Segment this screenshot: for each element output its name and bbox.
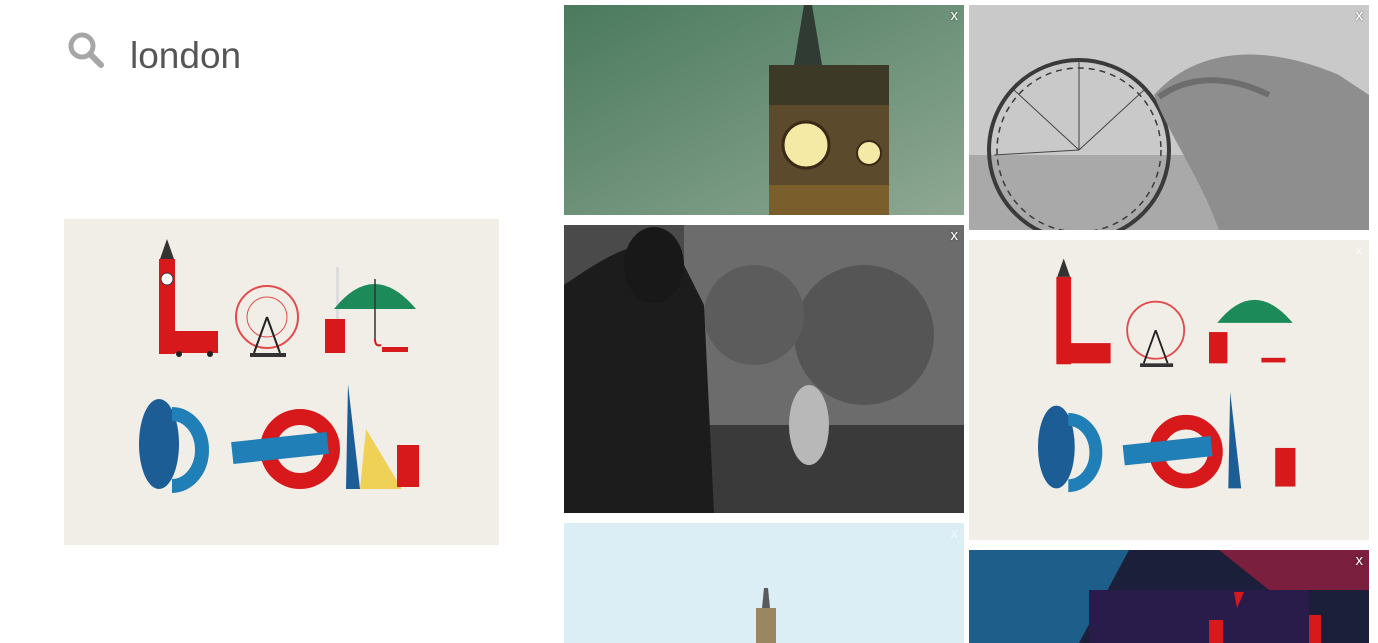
selected-gif-preview[interactable]	[64, 219, 499, 545]
big-ben-sky-gif	[564, 523, 964, 643]
close-button[interactable]: x	[1356, 7, 1364, 24]
gif-result-big-ben-sky[interactable]: x	[564, 523, 964, 643]
close-button[interactable]: x	[1356, 552, 1364, 569]
film-scene-gif	[564, 225, 964, 513]
search-bar	[66, 30, 106, 75]
gif-result-london-typography[interactable]: x	[969, 240, 1369, 540]
gif-result-film-scene[interactable]: x	[564, 225, 964, 513]
big-ben-gif	[564, 5, 964, 215]
close-button[interactable]: x	[951, 7, 959, 24]
search-icon[interactable]	[66, 30, 106, 75]
close-button[interactable]: x	[1356, 242, 1364, 259]
gif-result-ferris-wheel[interactable]: x	[969, 5, 1369, 230]
search-input[interactable]	[130, 28, 510, 84]
gif-result-big-ben[interactable]: x	[564, 5, 964, 215]
london-typography-illustration	[139, 239, 419, 493]
london-typography-thumbnail	[1037, 258, 1296, 493]
concert-gif	[969, 550, 1369, 643]
close-button[interactable]: x	[951, 525, 959, 542]
ferris-wheel-gif	[969, 5, 1369, 230]
close-button[interactable]: x	[951, 227, 959, 244]
gif-result-concert[interactable]: x	[969, 550, 1369, 643]
